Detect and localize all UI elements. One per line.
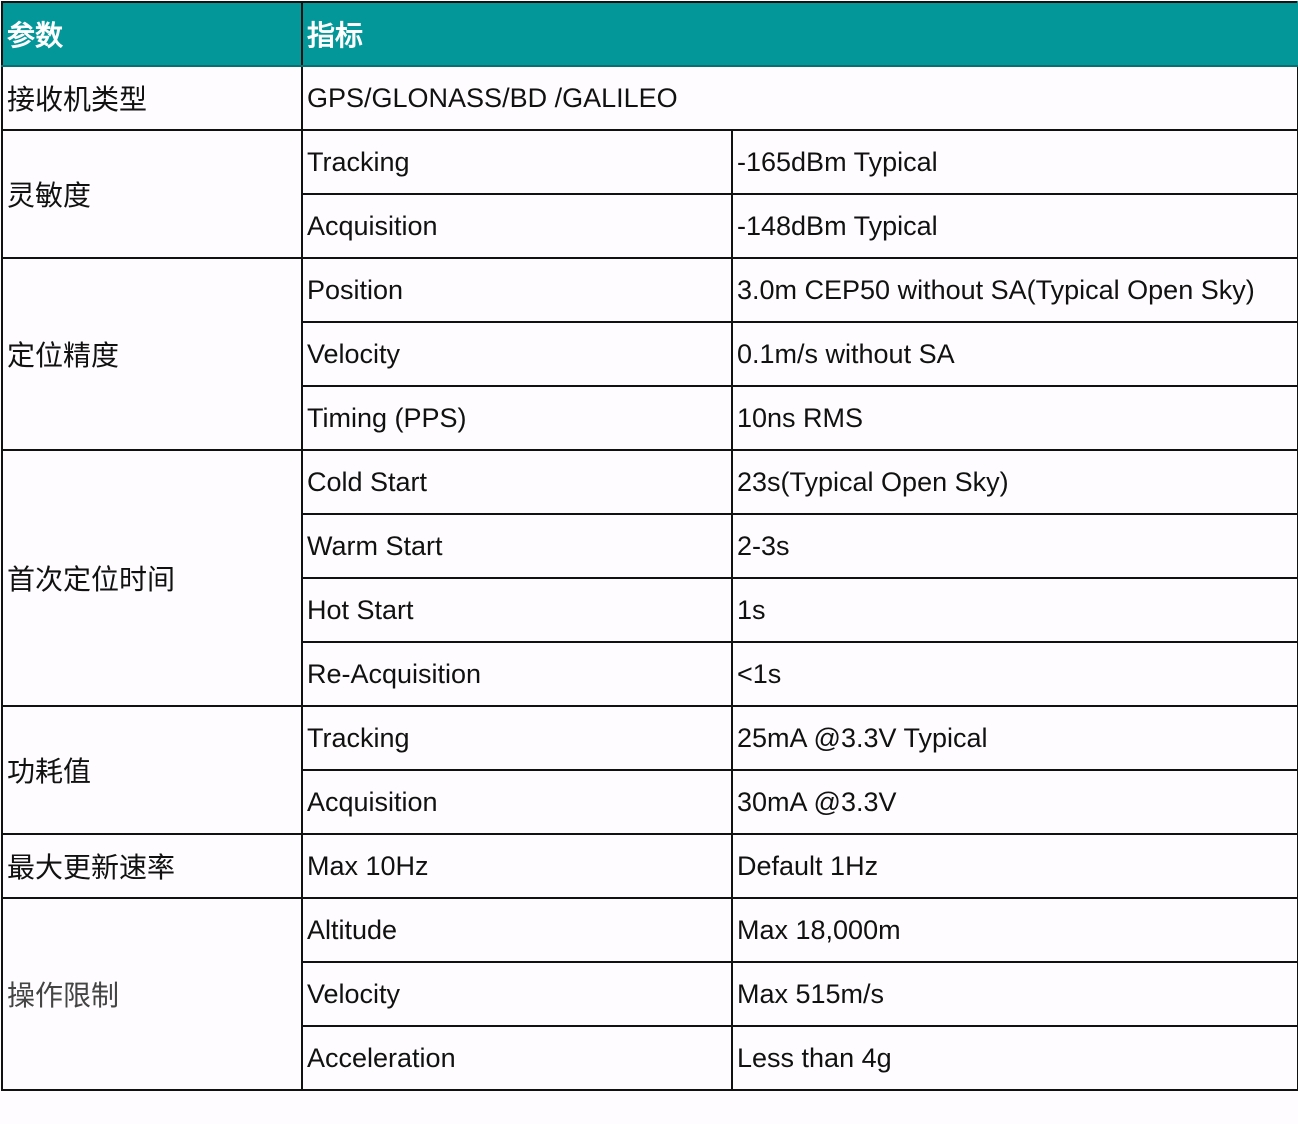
param-cell: 最大更新速率 (1, 833, 303, 899)
param-cell: 功耗值 (1, 705, 303, 835)
param-cell: 首次定位时间 (1, 449, 303, 707)
value-cell: -148dBm Typical (730, 193, 1298, 259)
value-cell: 25mA @3.3V Typical (730, 705, 1298, 771)
value-cell: Less than 4g (730, 1025, 1298, 1091)
table-row: 定位精度 Position 3.0m CEP50 without SA(Typica… (1, 257, 1298, 451)
value-cell: <1s (730, 641, 1298, 707)
table-row: 首次定位时间 Cold Start 23s(Typical Open Sky) (1, 449, 1298, 707)
item-cell: Velocity (301, 321, 733, 387)
item-cell: Velocity (301, 961, 733, 1027)
table-row: 操作限制 Altitude Max 18,000m (1, 897, 1298, 1091)
value-cell: GPS/GLONASS/BD /GALILEO (300, 65, 1298, 131)
value-cell: 2-3s (730, 513, 1298, 579)
item-cell: Acquisition (301, 193, 733, 259)
value-cell: 30mA @3.3V (730, 769, 1298, 835)
table-row: 接收机类型 GPS/GLONASS/BD /GALILEO (1, 65, 1298, 131)
table-row: 最大更新速率 Max 10Hz Default 1Hz (1, 833, 1298, 899)
item-cell: Tracking (301, 705, 733, 771)
value-cell: 1s (730, 577, 1298, 643)
value-cell: 0.1m/s without SA (730, 321, 1298, 387)
value-cell: 3.0m CEP50 without SA(Typical Open Sky) (730, 257, 1298, 323)
item-cell: Cold Start (301, 449, 733, 515)
value-cell: -165dBm Typical (730, 129, 1298, 195)
param-cell: 操作限制 (1, 897, 303, 1091)
spec-table: 参数 指标 接收机类型 GPS/GLONASS/BD /GALILEO 灵敏度 T… (1, 1, 1298, 1091)
header-param: 参数 (1, 1, 303, 67)
item-cell: Acceleration (301, 1025, 733, 1091)
item-cell: Acquisition (301, 769, 733, 835)
item-cell: Hot Start (301, 577, 733, 643)
param-cell: 接收机类型 (1, 65, 303, 131)
item-cell: Warm Start (301, 513, 733, 579)
param-cell: 灵敏度 (1, 129, 303, 259)
value-cell: Max 515m/s (730, 961, 1298, 1027)
param-cell: 定位精度 (1, 257, 303, 451)
header-spec: 指标 (300, 1, 1298, 67)
item-cell: Altitude (301, 897, 733, 963)
value-cell: Max 18,000m (730, 897, 1298, 963)
value-cell: 23s(Typical Open Sky) (730, 449, 1298, 515)
item-cell: Max 10Hz (301, 833, 733, 899)
header-row: 参数 指标 (1, 1, 1298, 67)
value-cell: 10ns RMS (730, 385, 1298, 451)
item-cell: Re-Acquisition (301, 641, 733, 707)
item-cell: Tracking (301, 129, 733, 195)
value-cell: Default 1Hz (730, 833, 1298, 899)
item-cell: Timing (PPS) (301, 385, 733, 451)
table-row: 灵敏度 Tracking -165dBm Typical (1, 129, 1298, 259)
item-cell: Position (301, 257, 733, 323)
table-row: 功耗值 Tracking 25mA @3.3V Typical (1, 705, 1298, 835)
